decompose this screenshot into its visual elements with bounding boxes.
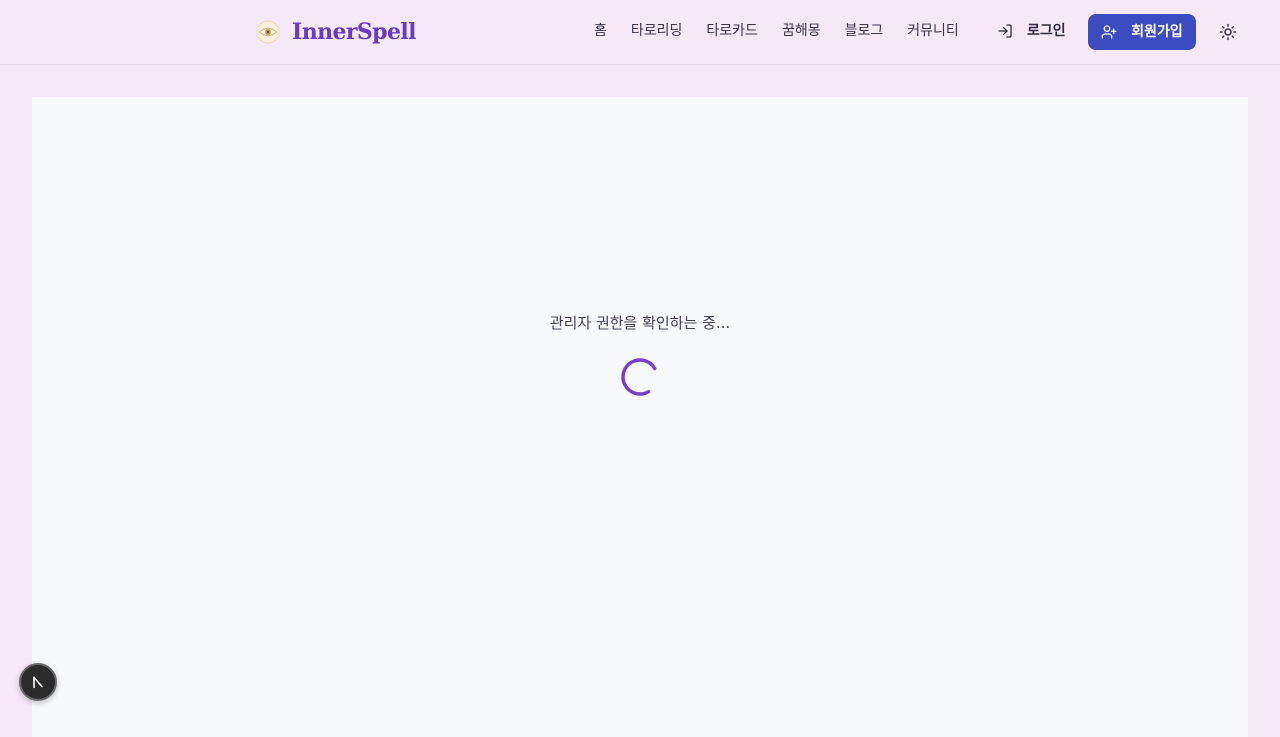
top-header: InnerSpell 홈 타로리딩 타로카드 꿈해몽 블로그 커뮤니티 로그인 … — [0, 0, 1280, 65]
brand-logo[interactable]: InnerSpell — [256, 18, 416, 46]
main-content-panel: 관리자 권한을 확인하는 중... — [32, 97, 1248, 737]
login-label: 로그인 — [1027, 23, 1066, 39]
nav-item-community[interactable]: 커뮤니티 — [907, 21, 959, 41]
signup-label: 회원가입 — [1131, 24, 1183, 40]
nav-item-tarot-reading[interactable]: 타로리딩 — [631, 21, 683, 41]
nav-item-blog[interactable]: 블로그 — [845, 21, 884, 41]
loading-spinner-icon — [621, 358, 659, 396]
main-nav: 홈 타로리딩 타로카드 꿈해몽 블로그 커뮤니티 — [594, 21, 959, 41]
eye-logo-icon — [256, 20, 280, 44]
sun-icon[interactable] — [1219, 23, 1237, 41]
floating-action-button[interactable] — [19, 663, 57, 701]
login-icon — [998, 24, 1012, 38]
signup-button[interactable]: 회원가입 — [1088, 14, 1196, 50]
login-button[interactable]: 로그인 — [997, 21, 1066, 41]
arrow-icon — [33, 676, 43, 689]
nav-item-tarot-cards[interactable]: 타로카드 — [706, 21, 758, 41]
nav-item-home[interactable]: 홈 — [594, 21, 607, 41]
user-plus-icon — [1101, 25, 1117, 39]
nav-item-dream[interactable]: 꿈해몽 — [782, 21, 821, 41]
brand-name: InnerSpell — [292, 19, 416, 45]
loading-message: 관리자 권한을 확인하는 중... — [549, 314, 731, 332]
